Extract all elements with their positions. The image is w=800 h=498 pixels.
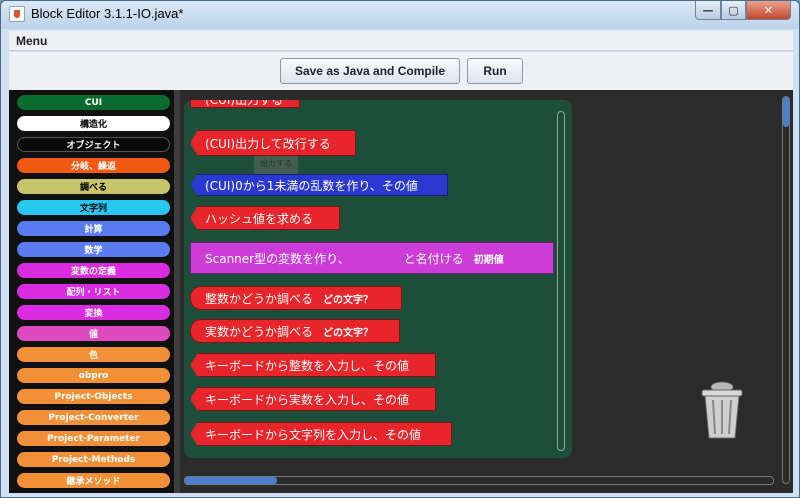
canvas-horizontal-scroll-thumb[interactable] bbox=[185, 477, 277, 484]
block-read-string[interactable]: キーボードから文字列を入力し、その値 bbox=[190, 422, 452, 446]
block-scanner-initial-tag: 初期値 bbox=[473, 254, 504, 266]
title-bar: Block Editor 3.1.1-IO.java* — ▢ ✕ bbox=[1, 1, 799, 29]
minimize-button[interactable]: — bbox=[695, 1, 721, 20]
close-button[interactable]: ✕ bbox=[746, 1, 791, 20]
block-is-real[interactable]: 実数かどうか調べる どの文字？ bbox=[190, 319, 400, 343]
block-random[interactable]: (CUI)0から1未満の乱数を作り、その値 bbox=[190, 174, 448, 196]
drawer-button[interactable]: 構造化 bbox=[17, 116, 170, 131]
drawer-vertical-scrollbar[interactable] bbox=[557, 111, 565, 451]
block-scanner-label: Scanner型の変数を作り、 と名付ける bbox=[205, 251, 464, 266]
drawer-button[interactable]: Project-Converter bbox=[17, 410, 170, 425]
drawer-button[interactable]: 計算 bbox=[17, 221, 170, 236]
block-cui-println[interactable]: (CUI)出力して改行する bbox=[190, 130, 356, 156]
toolbar: Save as Java and Compile Run bbox=[9, 52, 793, 90]
java-icon bbox=[9, 6, 25, 22]
drawer-button[interactable]: 変換 bbox=[17, 305, 170, 320]
block-scanner[interactable]: Scanner型の変数を作り、 と名付ける 初期値 bbox=[190, 242, 554, 274]
block-is-real-tag: どの文字？ bbox=[323, 327, 374, 339]
drawer-button[interactable]: CUI bbox=[17, 95, 170, 110]
block-cui-print[interactable]: (CUI)出力する bbox=[190, 100, 300, 108]
block-is-integer-label: 整数かどうか調べる bbox=[205, 291, 314, 306]
maximize-button[interactable]: ▢ bbox=[721, 1, 746, 20]
block-is-integer[interactable]: 整数かどうか調べる どの文字？ bbox=[190, 286, 402, 310]
drawer-button[interactable]: obpro bbox=[17, 368, 170, 383]
block-is-integer-tag: どの文字？ bbox=[323, 294, 374, 306]
drawer-button[interactable]: Project-Methods bbox=[17, 452, 170, 467]
block-is-real-label: 実数かどうか調べる bbox=[205, 324, 314, 339]
run-button[interactable]: Run bbox=[467, 58, 523, 84]
block-canvas[interactable]: 出力する (CUI)出力する (CUI)出力して改行する (CUI)0から1未満… bbox=[180, 90, 793, 493]
drawer-button[interactable]: 変数の定義 bbox=[17, 263, 170, 278]
menu-bar: Menu bbox=[9, 31, 793, 51]
block-editor-window: Block Editor 3.1.1-IO.java* — ▢ ✕ Menu S… bbox=[0, 0, 800, 498]
drawer-button[interactable]: 数学 bbox=[17, 242, 170, 257]
drawer-button[interactable]: 分岐、繰返 bbox=[17, 158, 170, 173]
drawer-button[interactable]: 配列・リスト bbox=[17, 284, 170, 299]
workspace: CUI 構造化オブジェクト 分岐、繰返調べる文字列計算数学変数の定義配列・リスト 変換… bbox=[9, 90, 793, 493]
drawer-button[interactable]: 調べる bbox=[17, 179, 170, 194]
block-read-real[interactable]: キーボードから実数を入力し、その値 bbox=[190, 387, 436, 411]
block-hash[interactable]: ハッシュ値を求める bbox=[190, 206, 340, 230]
block-read-int[interactable]: キーボードから整数を入力し、その値 bbox=[190, 353, 436, 377]
drawer-button[interactable]: 色 bbox=[17, 347, 170, 362]
drawer-button[interactable]: Project-Objects bbox=[17, 389, 170, 404]
drawer-button[interactable]: オブジェクト bbox=[17, 137, 170, 152]
menu-item-menu[interactable]: Menu bbox=[16, 34, 47, 48]
window-title: Block Editor 3.1.1-IO.java* bbox=[31, 6, 184, 21]
drawer-palette: CUI 構造化オブジェクト 分岐、繰返調べる文字列計算数学変数の定義配列・リスト 変換… bbox=[9, 90, 174, 493]
drawer-button[interactable]: 継承メソッド bbox=[17, 473, 170, 488]
canvas-vertical-scrollbar[interactable] bbox=[782, 96, 790, 484]
save-compile-button[interactable]: Save as Java and Compile bbox=[280, 58, 460, 84]
drawer-button[interactable]: 値 bbox=[17, 326, 170, 341]
drawer-button[interactable]: Project-Parameter bbox=[17, 431, 170, 446]
trash-can-icon[interactable] bbox=[700, 380, 744, 440]
drawer-button[interactable]: 文字列 bbox=[17, 200, 170, 215]
block-drawer-panel: 出力する (CUI)出力する (CUI)出力して改行する (CUI)0から1未満… bbox=[184, 100, 572, 458]
canvas-vertical-scroll-thumb[interactable] bbox=[783, 97, 789, 127]
